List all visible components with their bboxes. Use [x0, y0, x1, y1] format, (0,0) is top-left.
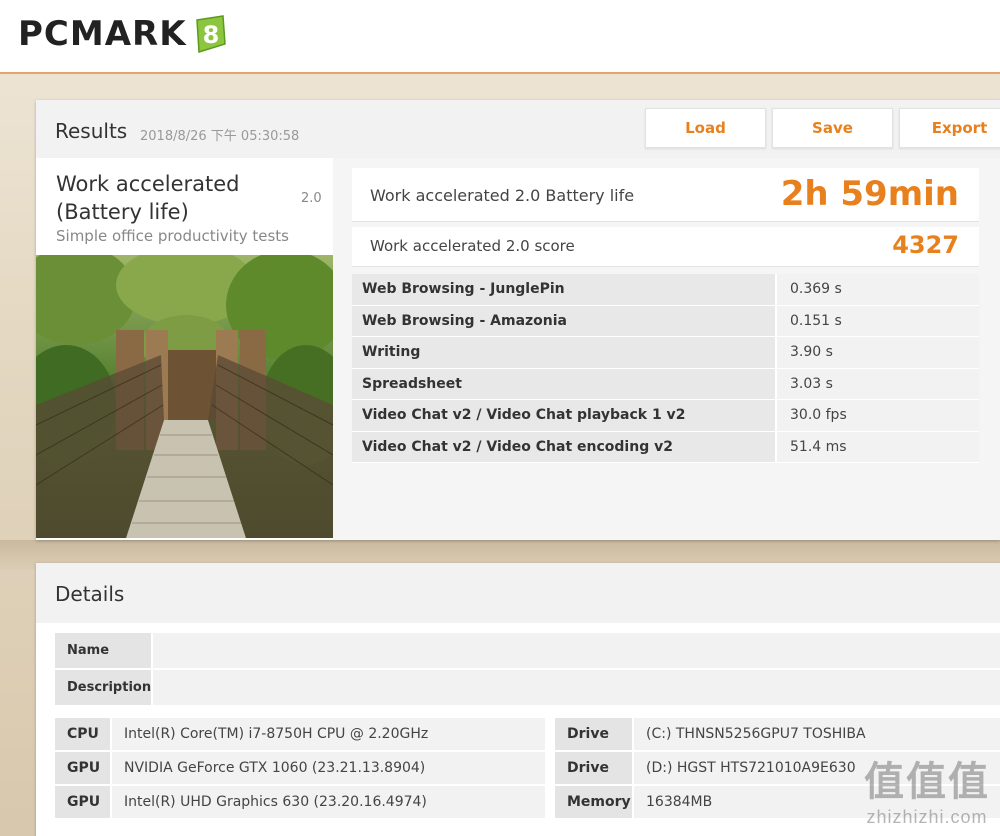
logo-text: PCMARK: [18, 14, 187, 54]
subtest-value: 51.4 ms: [777, 431, 979, 462]
table-row: Writing 3.90 s: [352, 337, 979, 369]
results-date: 2018/8/26 下午 05:30:58: [140, 129, 300, 144]
spec-value: Intel(R) UHD Graphics 630 (23.20.16.4974…: [112, 786, 545, 818]
subtest-name: Spreadsheet: [352, 368, 777, 399]
results-panel: Results 2018/8/26 下午 05:30:58 Load Save …: [36, 100, 1000, 540]
subtest-value: 30.0 fps: [777, 400, 979, 431]
score-value: 4327: [892, 231, 959, 259]
details-header: Details: [36, 563, 1000, 623]
table-row: Web Browsing - JunglePin 0.369 s: [352, 274, 979, 306]
save-button[interactable]: Save: [772, 108, 893, 148]
subtest-name: Video Chat v2 / Video Chat playback 1 v2: [352, 400, 777, 431]
name-row: Name: [55, 633, 1000, 668]
app-header: PCMARK 8: [0, 0, 1000, 74]
result-values-column: Work accelerated 2.0 Battery life 2h 59m…: [333, 158, 1000, 540]
subtest-name: Writing: [352, 337, 777, 368]
logo-badge-text: 8: [202, 21, 219, 49]
system-specs: CPU Intel(R) Core(TM) i7-8750H CPU @ 2.2…: [55, 718, 1000, 820]
subtest-name: Web Browsing - JunglePin: [352, 274, 777, 305]
test-title: Work accelerated (Battery life): [56, 172, 240, 224]
score-box: Work accelerated 2.0 score 4327: [352, 227, 979, 267]
table-row: Video Chat v2 / Video Chat encoding v2 5…: [352, 431, 979, 463]
spec-label: Drive: [555, 718, 634, 750]
subtest-value: 3.03 s: [777, 368, 979, 399]
description-value[interactable]: [153, 670, 1000, 705]
spec-label: GPU: [55, 752, 112, 784]
details-title: Details: [55, 582, 125, 606]
test-version: 2.0: [301, 191, 322, 206]
spec-row: CPU Intel(R) Core(TM) i7-8750H CPU @ 2.2…: [55, 718, 1000, 750]
spec-label: CPU: [55, 718, 112, 750]
test-info-column: Work accelerated (Battery life) 2.0 Simp…: [36, 158, 333, 540]
subtest-table: Web Browsing - JunglePin 0.369 s Web Bro…: [352, 274, 979, 463]
subtest-value: 0.369 s: [777, 274, 979, 305]
spec-value: Intel(R) Core(TM) i7-8750H CPU @ 2.20GHz: [112, 718, 545, 750]
spec-label: GPU: [55, 786, 112, 818]
watermark: 值值值 zhizhizhi.com: [864, 749, 990, 828]
results-title: Results: [55, 119, 128, 143]
pcmark-logo: PCMARK 8: [18, 14, 229, 54]
score-label: Work accelerated 2.0 score: [370, 237, 575, 255]
test-subtitle: Simple office productivity tests: [56, 227, 289, 245]
subtest-value: 3.90 s: [777, 337, 979, 368]
table-row: Spreadsheet 3.03 s: [352, 368, 979, 400]
details-panel: Details Name Description CPU Intel(R) Co…: [36, 563, 1000, 836]
name-value[interactable]: [153, 633, 1000, 668]
battery-life-value: 2h 59min: [780, 174, 959, 214]
load-button[interactable]: Load: [645, 108, 766, 148]
subtest-name: Video Chat v2 / Video Chat encoding v2: [352, 431, 777, 462]
spec-label: Memory: [555, 786, 634, 818]
spec-row: GPU NVIDIA GeForce GTX 1060 (23.21.13.89…: [55, 752, 1000, 784]
name-label: Name: [55, 633, 153, 668]
watermark-glyphs: 值值值: [864, 759, 990, 805]
results-header: Results 2018/8/26 下午 05:30:58 Load Save …: [36, 100, 1000, 158]
battery-life-box: Work accelerated 2.0 Battery life 2h 59m…: [352, 168, 979, 222]
subtest-value: 0.151 s: [777, 305, 979, 336]
spec-row: GPU Intel(R) UHD Graphics 630 (23.20.16.…: [55, 786, 1000, 818]
watermark-text: zhizhizhi.com: [866, 807, 988, 827]
suspension-bridge-image: [36, 255, 333, 538]
export-button[interactable]: Export: [899, 108, 1000, 148]
table-row: Web Browsing - Amazonia 0.151 s: [352, 305, 979, 337]
battery-life-label: Work accelerated 2.0 Battery life: [370, 186, 635, 205]
spec-label: Drive: [555, 752, 634, 784]
spec-value: NVIDIA GeForce GTX 1060 (23.21.13.8904): [112, 752, 545, 784]
table-row: Video Chat v2 / Video Chat playback 1 v2…: [352, 400, 979, 432]
subtest-name: Web Browsing - Amazonia: [352, 305, 777, 336]
spec-value: (C:) THNSN5256GPU7 TOSHIBA: [634, 718, 1000, 750]
description-row: Description: [55, 670, 1000, 705]
description-label: Description: [55, 670, 153, 705]
logo-badge-icon: 8: [191, 14, 229, 54]
